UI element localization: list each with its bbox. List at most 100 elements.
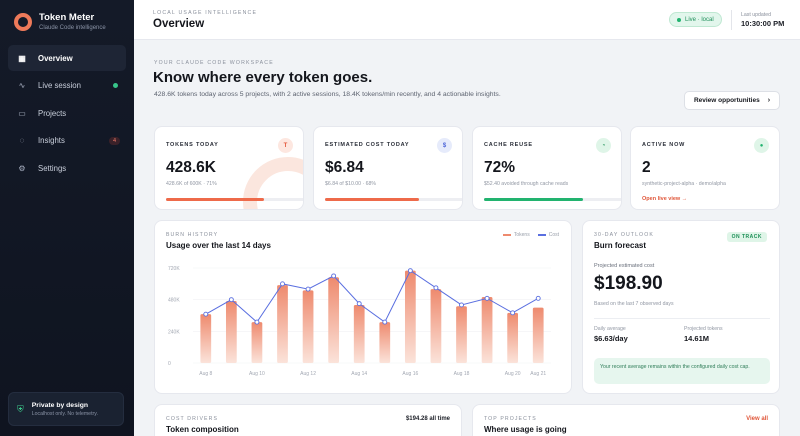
- breadcrumb: LOCAL USAGE INTELLIGENCE: [153, 10, 258, 16]
- cost-point[interactable]: [382, 319, 388, 325]
- tokens-bar[interactable]: [481, 297, 493, 363]
- cost-point[interactable]: [433, 285, 439, 291]
- insights-count-badge: 4: [108, 136, 120, 145]
- tokens-bar[interactable]: [200, 314, 212, 363]
- x-tick-label: Aug 14: [351, 371, 367, 377]
- kpi-subtext: $52.40 avoided through cache reads: [484, 181, 569, 187]
- cost-drivers-card: COST DRIVERS Token composition $194.28 a…: [154, 404, 462, 436]
- tokens-bar[interactable]: [532, 307, 544, 363]
- kpi-label: CACHE REUSE: [484, 142, 533, 148]
- sidebar-item-projects[interactable]: ▭ Projects: [8, 100, 126, 126]
- brand-name: Token Meter: [39, 12, 95, 23]
- legend-cost-swatch: [537, 234, 546, 236]
- kpi-progress-track: [484, 198, 621, 201]
- tokens-bar[interactable]: [251, 322, 263, 363]
- kpi-card-cache-reuse[interactable]: CACHE REUSE ◔ 72% $52.40 avoided through ca…: [472, 126, 622, 210]
- review-opportunities-button[interactable]: Review opportunities ›: [684, 91, 780, 110]
- live-status-badge: Live · local: [669, 12, 722, 27]
- sidebar-item-label: Settings: [38, 163, 67, 173]
- tokens-bar[interactable]: [456, 306, 467, 363]
- brand[interactable]: Token Meter Claude Code intelligence: [14, 12, 106, 31]
- kpi-progress-fill: [166, 198, 264, 201]
- brand-subtitle: Claude Code intelligence: [39, 25, 106, 31]
- kpi-card-active-now[interactable]: ACTIVE NOW ● 2 synthetic-project-alpha · de…: [630, 126, 780, 210]
- sidebar-item-insights[interactable]: ◌ Insights 4: [8, 128, 126, 154]
- tokens-bar[interactable]: [430, 289, 442, 363]
- burn-kicker: BURN HISTORY: [166, 232, 219, 238]
- chart-legend: Tokens Cost: [495, 232, 559, 238]
- tokens-bar[interactable]: [328, 277, 340, 363]
- kpi-value: 2: [642, 159, 651, 176]
- sidebar: Token Meter Claude Code intelligence ▦ Ov…: [0, 0, 134, 436]
- pulse-icon: ∿: [18, 81, 26, 90]
- cost-drivers-title: Token composition: [166, 425, 239, 434]
- tokens-bar[interactable]: [225, 300, 237, 363]
- kpi-progress-track: [166, 198, 303, 201]
- x-tick-label: Aug 16: [402, 371, 418, 377]
- hero-title: Know where every token goes.: [153, 69, 373, 86]
- kpi-card-estimated-cost-today[interactable]: ESTIMATED COST TODAY $ $6.84 $6.84 of $10.0…: [313, 126, 463, 210]
- cost-point[interactable]: [254, 319, 260, 325]
- daily-average-value: $6.63/day: [594, 334, 628, 343]
- burn-title: Usage over the last 14 days: [166, 241, 271, 250]
- hero-description: 428.6K tokens today across 5 projects, w…: [154, 91, 501, 98]
- tokens-bar[interactable]: [379, 322, 391, 363]
- cost-point[interactable]: [510, 310, 516, 316]
- view-all-link[interactable]: View all: [746, 416, 768, 422]
- tokens-bar[interactable]: [404, 270, 416, 363]
- cost-point[interactable]: [331, 273, 337, 279]
- cost-point[interactable]: [484, 295, 490, 301]
- cost-point[interactable]: [407, 268, 413, 274]
- x-tick-label: Aug 10: [249, 371, 265, 377]
- live-dot-icon: [677, 17, 681, 22]
- cost-drivers-kicker: COST DRIVERS: [166, 416, 219, 422]
- privacy-subtitle: Localhost only. No telemetry.: [31, 410, 98, 417]
- kpi-progress-fill: [484, 198, 584, 201]
- sidebar-item-label: Live session: [38, 81, 81, 90]
- cost-point[interactable]: [228, 297, 234, 303]
- open-live-view-link[interactable]: Open live view →: [642, 196, 687, 202]
- cost-point[interactable]: [535, 295, 541, 301]
- kpi-subtext: synthetic-project-alpha · demo/alpha: [642, 181, 726, 187]
- kpi-label: ESTIMATED COST TODAY: [325, 142, 410, 148]
- kpi-badge-icon: ◔: [596, 138, 611, 153]
- page-title: Overview: [153, 18, 205, 30]
- cost-point[interactable]: [459, 302, 464, 308]
- cost-point[interactable]: [203, 311, 209, 317]
- cost-point[interactable]: [280, 281, 285, 287]
- sidebar-item-settings[interactable]: ⚙ Settings: [8, 155, 126, 181]
- decorative-ring: [243, 157, 303, 209]
- y-tick-label: 240K: [168, 329, 180, 335]
- kpi-badge-icon: $: [437, 138, 452, 153]
- sidebar-item-live-session[interactable]: ∿ Live session: [8, 73, 126, 99]
- cost-point[interactable]: [356, 301, 362, 307]
- top-projects-card: TOP PROJECTS Where usage is going View a…: [472, 404, 780, 436]
- sidebar-item-overview[interactable]: ▦ Overview: [8, 45, 126, 71]
- legend-tokens-swatch: [502, 234, 511, 236]
- x-tick-label: Aug 21: [530, 371, 546, 377]
- header-divider: [731, 10, 732, 30]
- projected-tokens-value: 14.61M: [684, 334, 710, 343]
- x-tick-label: Aug 18: [454, 371, 470, 377]
- chevron-right-icon: ›: [767, 97, 771, 104]
- hero-kicker: YOUR CLAUDE CODE WORKSPACE: [154, 60, 274, 66]
- cost-point[interactable]: [305, 286, 311, 292]
- sidebar-item-label: Insights: [38, 136, 65, 145]
- tokens-bar[interactable]: [353, 304, 365, 363]
- tokens-bar[interactable]: [302, 290, 314, 363]
- tokens-bar[interactable]: [507, 312, 519, 363]
- y-tick-label: 0: [168, 361, 171, 367]
- x-tick-label: Aug 20: [505, 371, 521, 377]
- sidebar-item-label: Projects: [38, 108, 67, 118]
- forecast-note: Your recent average remains within the c…: [594, 358, 770, 384]
- lightbulb-icon: ◌: [19, 136, 25, 145]
- kpi-value: 428.6K: [166, 159, 216, 176]
- tokens-bar[interactable]: [277, 285, 288, 363]
- projected-tokens-label: Projected tokens: [684, 326, 723, 332]
- projected-cost-value: $198.90: [594, 273, 663, 294]
- kpi-card-tokens-today[interactable]: TOKENS TODAY T 428.6K 428.6K of 600K · 71%: [154, 126, 304, 210]
- grid-icon: ▦: [18, 53, 26, 63]
- forecast-title: Burn forecast: [594, 241, 647, 250]
- sidebar-item-label: Overview: [38, 53, 73, 63]
- projected-cost-label: Projected estimated cost: [594, 263, 655, 269]
